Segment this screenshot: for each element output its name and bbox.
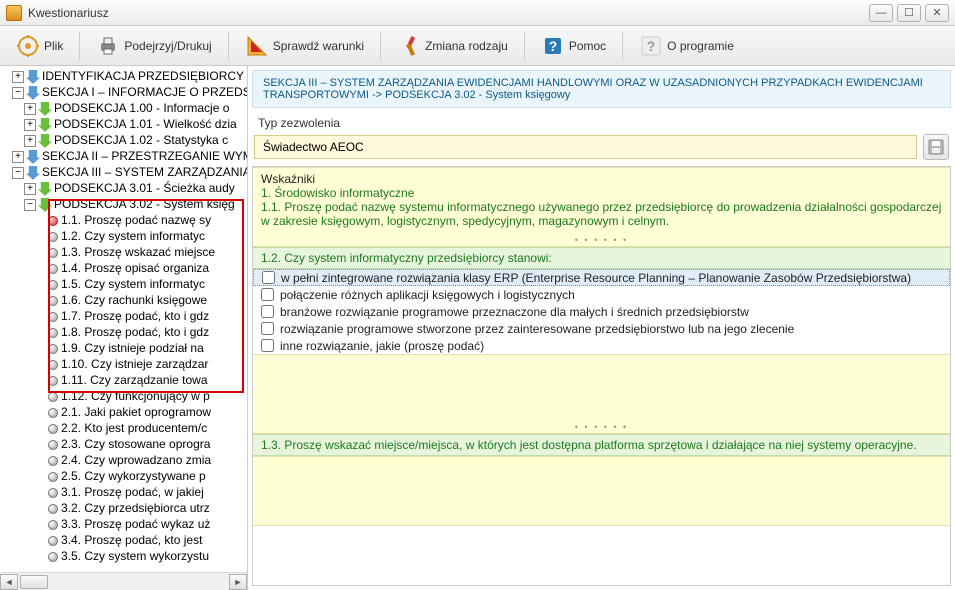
permission-header: Typ zezwolenia (248, 112, 955, 132)
tree-leaf[interactable]: 1.1. Proszę podać nazwę sy (0, 212, 247, 228)
minimize-button[interactable]: — (869, 4, 893, 22)
floppy-icon (928, 139, 944, 155)
checkbox-option[interactable]: w pełni zintegrowane rozwiązania klasy E… (253, 269, 950, 286)
breadcrumb: SEKCJA III – SYSTEM ZARZĄDZANIA EWIDENCJ… (252, 70, 951, 108)
tree-leaf[interactable]: 1.9. Czy istnieje podział na (0, 340, 247, 356)
svg-text:?: ? (647, 38, 656, 54)
tools-icon (397, 34, 421, 58)
indicator-label: Wskaźniki (261, 172, 942, 186)
scroll-thumb[interactable] (20, 575, 48, 589)
change-type-button[interactable]: Zmiana rodzaju (389, 30, 516, 62)
check-label: Sprawdź warunki (273, 39, 364, 53)
save-button[interactable] (923, 134, 949, 160)
tree-leaf[interactable]: 1.11. Czy zarządzanie towa (0, 372, 247, 388)
checkbox-option[interactable]: rozwiązanie programowe stworzone przez z… (253, 320, 950, 337)
tree-node[interactable]: +PODSEKCJA 1.00 - Informacje o (0, 100, 247, 116)
tree-leaf[interactable]: 3.4. Proszę podać, kto jest (0, 532, 247, 548)
question-1-3-header: 1.3. Proszę wskazać miejsce/miejsca, w k… (253, 434, 950, 456)
title-bar: Kwestionariusz — ☐ ✕ (0, 0, 955, 26)
tree-leaf[interactable]: 1.4. Proszę opisać organiza (0, 260, 247, 276)
tree-node[interactable]: −PODSEKCJA 3.02 - System księg (0, 196, 247, 212)
tree-leaf[interactable]: 1.5. Czy system informatyc (0, 276, 247, 292)
detail-panel: SEKCJA III – SYSTEM ZARZĄDZANIA EWIDENCJ… (248, 66, 955, 590)
gear-icon (16, 34, 40, 58)
tree-node[interactable]: +SEKCJA II – PRZESTRZEGANIE WYM (0, 148, 247, 164)
file-button[interactable]: Plik (8, 30, 71, 62)
tree-leaf[interactable]: 2.4. Czy wprowadzano zmia (0, 452, 247, 468)
section-divider: • • • • • • (253, 422, 950, 432)
permission-value: Świadectwo AEOC (254, 135, 917, 159)
help-label: Pomoc (569, 39, 606, 53)
indicator-block-1: Wskaźniki 1. Środowisko informatyczne 1.… (253, 167, 950, 247)
env-header: 1. Środowisko informatyczne (261, 186, 942, 200)
tree-leaf[interactable]: 1.7. Proszę podać, kto i gdz (0, 308, 247, 324)
tree-leaf[interactable]: 1.10. Czy istnieje zarządzar (0, 356, 247, 372)
tree-leaf[interactable]: 1.3. Proszę wskazać miejsce (0, 244, 247, 260)
preview-print-button[interactable]: Podejrzyj/Drukuj (88, 30, 219, 62)
scroll-right-button[interactable]: ► (229, 574, 247, 590)
printer-icon (96, 34, 120, 58)
question-1-1-text: 1.1. Proszę podać nazwę systemu informat… (261, 200, 942, 228)
tree-node[interactable]: −SEKCJA III – SYSTEM ZARZĄDZANIA (0, 164, 247, 180)
horizontal-scrollbar[interactable]: ◄ ► (0, 572, 247, 590)
tree-leaf[interactable]: 3.1. Proszę podać, w jakiej (0, 484, 247, 500)
tree-leaf[interactable]: 2.2. Kto jest producentem/c (0, 420, 247, 436)
tree-node[interactable]: −SEKCJA I – INFORMACJE O PRZEDS (0, 84, 247, 100)
question-icon: ? (639, 34, 663, 58)
file-label: Plik (44, 39, 63, 53)
tree-leaf[interactable]: 3.5. Czy system wykorzystu (0, 548, 247, 564)
triangle-ruler-icon (245, 34, 269, 58)
tree-leaf[interactable]: 1.6. Czy rachunki księgowe (0, 292, 247, 308)
maximize-button[interactable]: ☐ (897, 4, 921, 22)
tree-leaf[interactable]: 2.5. Czy wykorzystywane p (0, 468, 247, 484)
close-button[interactable]: ✕ (925, 4, 949, 22)
tree-view[interactable]: +IDENTYFIKACJA PRZEDSIĘBIORCY −SEKCJA I … (0, 66, 247, 572)
svg-text:?: ? (549, 38, 558, 54)
tree-node[interactable]: +IDENTYFIKACJA PRZEDSIĘBIORCY (0, 68, 247, 84)
about-label: O programie (667, 39, 734, 53)
app-icon (6, 5, 22, 21)
separator (524, 32, 525, 60)
scroll-left-button[interactable]: ◄ (0, 574, 18, 590)
help-button[interactable]: ? Pomoc (533, 30, 614, 62)
change-label: Zmiana rodzaju (425, 39, 508, 53)
separator (228, 32, 229, 60)
tree-leaf[interactable]: 2.1. Jaki pakiet oprogramow (0, 404, 247, 420)
checkbox-option[interactable]: połączenie różnych aplikacji księgowych … (253, 286, 950, 303)
tree-leaf[interactable]: 2.3. Czy stosowane oprogra (0, 436, 247, 452)
tree-node[interactable]: +PODSEKCJA 1.01 - Wielkość dzia (0, 116, 247, 132)
about-button[interactable]: ? O programie (631, 30, 742, 62)
tree-leaf[interactable]: 1.8. Proszę podać, kto i gdz (0, 324, 247, 340)
tree-node[interactable]: +PODSEKCJA 1.02 - Statystyka c (0, 132, 247, 148)
tree-leaf[interactable]: 1.12. Czy funkcjonujący w p (0, 388, 247, 404)
checkbox-option[interactable]: branżowe rozwiązanie programowe przeznac… (253, 303, 950, 320)
separator (380, 32, 381, 60)
question-1-2-header: 1.2. Czy system informatyczny przedsiębi… (253, 247, 950, 269)
tree-leaf[interactable]: 1.2. Czy system informatyc (0, 228, 247, 244)
window-title: Kwestionariusz (28, 6, 869, 20)
indicator-block-3 (253, 456, 950, 526)
section-divider: • • • • • • (253, 235, 950, 245)
checkbox-option[interactable]: inne rozwiązanie, jakie (proszę podać) (253, 337, 950, 354)
preview-label: Podejrzyj/Drukuj (124, 39, 211, 53)
check-conditions-button[interactable]: Sprawdź warunki (237, 30, 372, 62)
tree-node[interactable]: +PODSEKCJA 3.01 - Ścieżka audy (0, 180, 247, 196)
separator (79, 32, 80, 60)
indicator-block-2: • • • • • • (253, 354, 950, 434)
separator (622, 32, 623, 60)
tree-panel: +IDENTYFIKACJA PRZEDSIĘBIORCY −SEKCJA I … (0, 66, 248, 590)
tree-leaf[interactable]: 3.3. Proszę podać wykaz uż (0, 516, 247, 532)
help-book-icon: ? (541, 34, 565, 58)
toolbar: Plik Podejrzyj/Drukuj Sprawdź warunki Zm… (0, 26, 955, 66)
tree-leaf[interactable]: 3.2. Czy przedsiębiorca utrz (0, 500, 247, 516)
question-scroll-area[interactable]: Wskaźniki 1. Środowisko informatyczne 1.… (252, 166, 951, 586)
